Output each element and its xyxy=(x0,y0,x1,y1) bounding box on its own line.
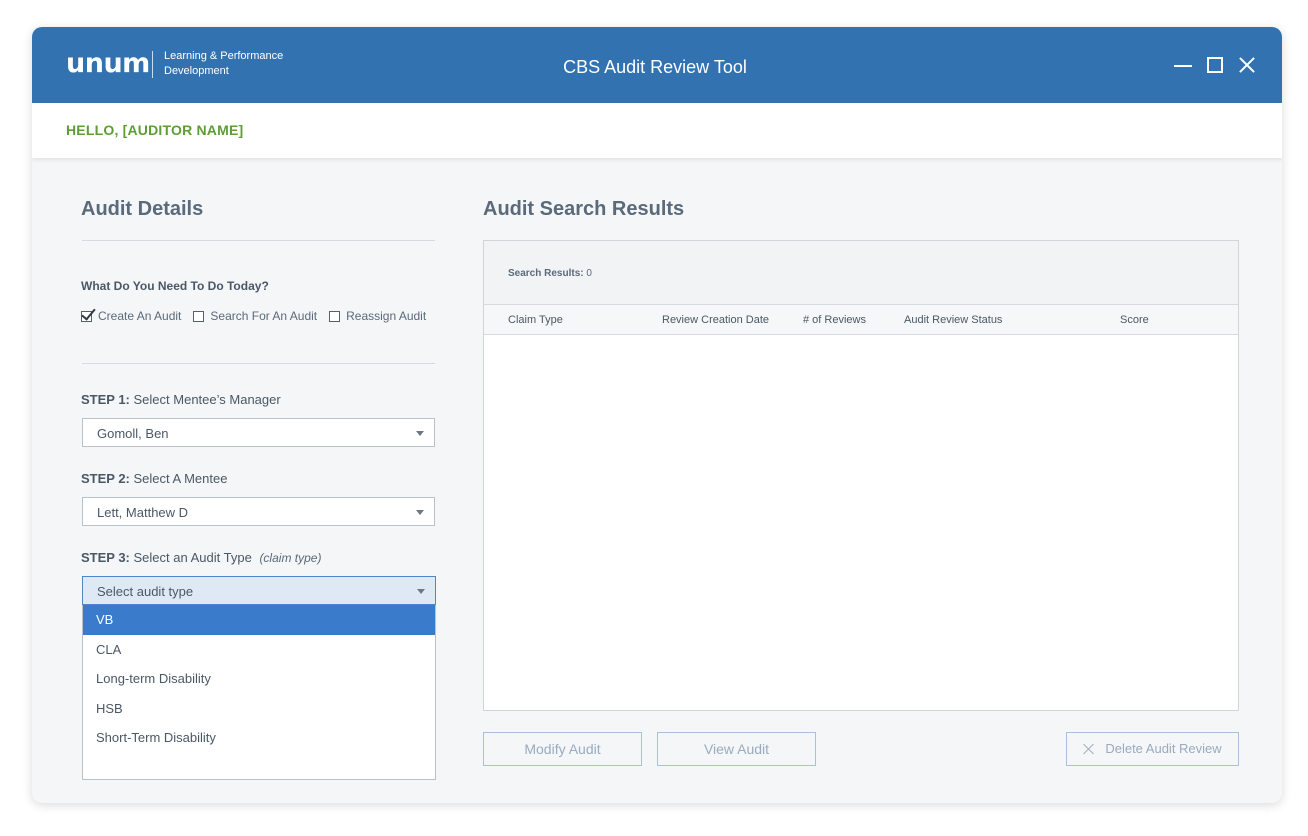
minimize-button[interactable] xyxy=(1174,55,1192,75)
chevron-down-icon xyxy=(417,589,425,594)
chevron-down-icon xyxy=(416,510,424,515)
step2-prefix: STEP 2: xyxy=(81,471,130,486)
title-bar: unum Learning & Performance Development … xyxy=(32,27,1282,103)
option-create-audit[interactable]: Create An Audit xyxy=(81,309,181,323)
dropdown-option-std[interactable]: Short-Term Disability xyxy=(83,723,435,753)
step1-label: STEP 1: Select Mentee’s Manager xyxy=(81,392,281,407)
maximize-icon xyxy=(1207,57,1223,73)
checkbox-icon[interactable] xyxy=(329,310,341,322)
view-audit-button[interactable]: View Audit xyxy=(657,732,816,766)
step3-prefix: STEP 3: xyxy=(81,550,130,565)
results-count: Search Results: 0 xyxy=(508,268,592,279)
mentee-select-value: Lett, Matthew D xyxy=(97,505,189,520)
audit-details-title: Audit Details xyxy=(81,198,204,220)
delete-audit-review-button[interactable]: Delete Audit Review xyxy=(1066,732,1239,766)
step1-prefix: STEP 1: xyxy=(81,392,130,407)
mentee-select[interactable]: Lett, Matthew D xyxy=(82,497,435,526)
checkbox-checked-icon[interactable] xyxy=(81,310,92,322)
column-review-creation-date[interactable]: Review Creation Date xyxy=(662,314,769,326)
app-title: CBS Audit Review Tool xyxy=(563,57,747,77)
checkbox-icon[interactable] xyxy=(193,310,205,322)
option-label: Create An Audit xyxy=(98,309,182,323)
option-label: Reassign Audit xyxy=(346,309,427,323)
column-score[interactable]: Score xyxy=(1120,314,1149,326)
results-table: Search Results: 0 Claim Type Review Crea… xyxy=(483,240,1239,711)
results-title: Audit Search Results xyxy=(483,198,685,220)
audit-type-placeholder: Select audit type xyxy=(97,584,194,599)
column-num-reviews[interactable]: # of Reviews xyxy=(803,314,866,326)
table-header: Claim Type Review Creation Date # of Rev… xyxy=(484,305,1238,335)
results-summary: Search Results: 0 xyxy=(484,241,1238,305)
window-controls xyxy=(1174,55,1256,75)
greeting-text: HELLO, [AUDITOR NAME] xyxy=(66,122,244,138)
manager-select[interactable]: Gomoll, Ben xyxy=(82,418,435,447)
task-question: What Do You Need To Do Today? xyxy=(81,279,269,293)
greeting-bar: HELLO, [AUDITOR NAME] xyxy=(32,103,1282,158)
audit-type-dropdown: VB CLA Long-term Disability HSB Short-Te… xyxy=(82,605,436,780)
manager-select-value: Gomoll, Ben xyxy=(97,426,169,441)
audit-type-select[interactable]: Select audit type xyxy=(82,576,436,605)
chevron-down-icon xyxy=(416,431,424,436)
close-icon xyxy=(1083,743,1095,755)
close-icon[interactable] xyxy=(1238,55,1256,75)
option-search-audit[interactable]: Search For An Audit xyxy=(193,309,317,323)
app-window: unum Learning & Performance Development … xyxy=(32,27,1282,803)
step2-label: STEP 2: Select A Mentee xyxy=(81,471,227,486)
step3-hint: (claim type) xyxy=(259,551,322,565)
task-options: Create An Audit Search For An Audit Reas… xyxy=(81,309,438,323)
maximize-button[interactable] xyxy=(1206,55,1224,75)
divider xyxy=(82,240,435,241)
step1-text: Select Mentee’s Manager xyxy=(133,392,281,407)
results-count-value: 0 xyxy=(586,268,592,279)
modify-audit-button[interactable]: Modify Audit xyxy=(483,732,642,766)
step3-label: STEP 3: Select an Audit Type (claim type… xyxy=(81,550,321,565)
step2-text: Select A Mentee xyxy=(133,471,228,486)
dropdown-option-cla[interactable]: CLA xyxy=(83,635,435,665)
option-label: Search For An Audit xyxy=(210,309,318,323)
step3-text: Select an Audit Type xyxy=(133,550,252,565)
column-audit-review-status[interactable]: Audit Review Status xyxy=(904,314,1002,326)
delete-button-label: Delete Audit Review xyxy=(1105,741,1222,756)
dropdown-option-vb[interactable]: VB xyxy=(83,605,435,635)
divider xyxy=(82,363,435,364)
option-reassign-audit[interactable]: Reassign Audit xyxy=(329,309,426,323)
dropdown-option-hsb[interactable]: HSB xyxy=(83,694,435,724)
dropdown-option-ltd[interactable]: Long-term Disability xyxy=(83,664,435,694)
minimize-icon xyxy=(1174,65,1192,67)
results-count-label: Search Results: xyxy=(508,268,584,279)
column-claim-type[interactable]: Claim Type xyxy=(508,314,563,326)
